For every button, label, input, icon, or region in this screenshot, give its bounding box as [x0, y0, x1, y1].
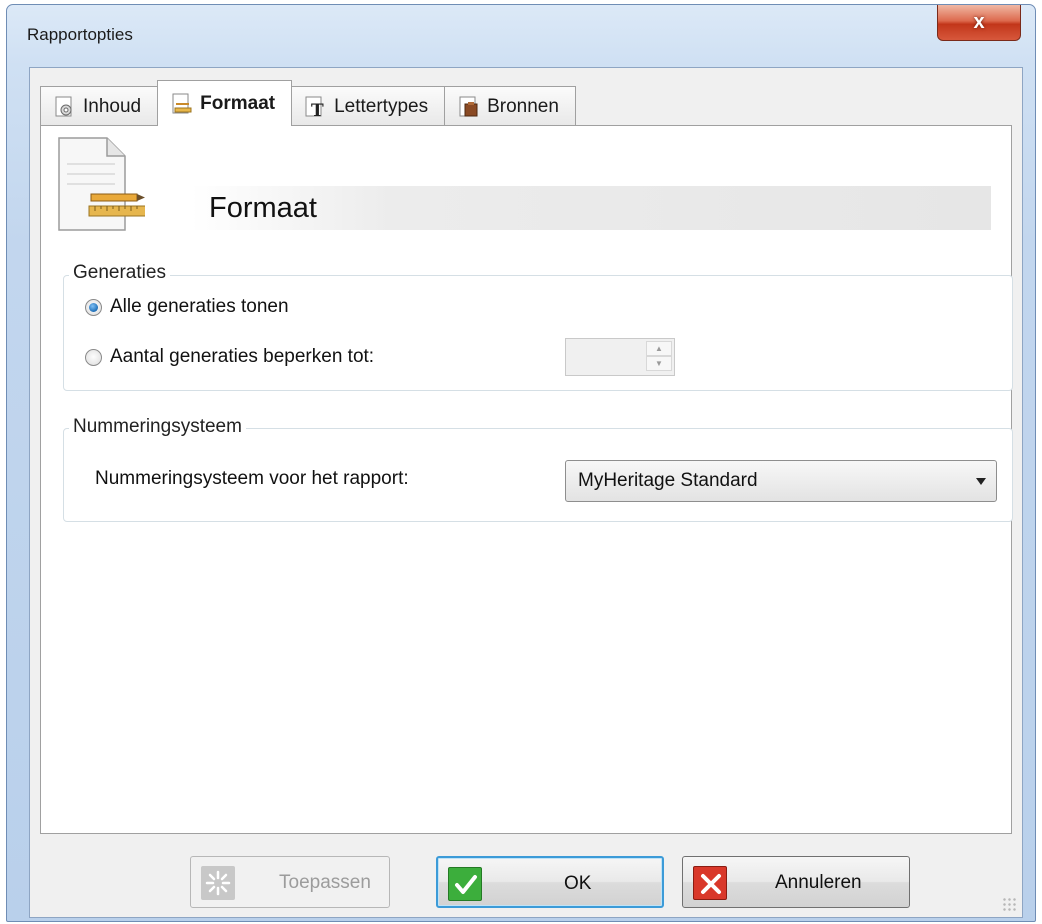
spinner-up-icon[interactable]: ▲ [646, 341, 672, 356]
tab-bronnen[interactable]: Bronnen [444, 86, 576, 126]
tab-page-formaat: Formaat Generaties Alle generaties tonen… [40, 125, 1013, 834]
chevron-down-icon [976, 478, 986, 485]
ok-button[interactable]: OK [436, 856, 664, 908]
radio-limit-generations-button[interactable] [85, 348, 102, 366]
radio-all-generations-label: Alle generaties tonen [110, 296, 289, 317]
generations-group-label: Generaties [69, 262, 170, 284]
numbering-field-label: Nummeringsysteem voor het rapport: [95, 468, 409, 489]
numbering-group-label: Nummeringsysteem [69, 416, 246, 438]
tab-inhoud-label: Inhoud [83, 95, 142, 117]
close-button[interactable]: x [937, 5, 1021, 41]
resize-grip[interactable] [1002, 897, 1016, 911]
close-icon: x [973, 11, 985, 33]
radio-limit-generations[interactable]: Aantal generaties beperken tot: [85, 346, 374, 368]
gear-doc-icon [53, 95, 77, 119]
checkmark-icon [448, 867, 482, 901]
radio-all-generations[interactable]: Alle generaties tonen [85, 296, 289, 318]
pencil-ruler-icon [170, 92, 194, 116]
tab-lettertypes-label: Lettertypes [334, 95, 429, 117]
apply-icon [201, 866, 235, 900]
cancel-button[interactable]: Annuleren [682, 856, 910, 908]
page-title: Formaat [209, 192, 317, 224]
apply-label: Toepassen [279, 872, 371, 893]
tab-bronnen-label: Bronnen [487, 95, 559, 117]
ok-label: OK [564, 873, 592, 894]
radio-limit-generations-label: Aantal generaties beperken tot: [110, 346, 375, 367]
spinner-down-icon[interactable]: ▼ [646, 356, 672, 371]
spinner-arrows: ▲ ▼ [646, 341, 672, 373]
tab-formaat[interactable]: Formaat [157, 80, 293, 126]
format-page-icon [55, 134, 158, 234]
tab-strip: Inhoud Formaat T Lettertypes Bronnen [40, 80, 576, 126]
generations-group [63, 275, 1013, 391]
numbering-system-value: MyHeritage Standard [578, 470, 758, 491]
generation-limit-spinner[interactable]: ▲ ▼ [565, 338, 675, 376]
dialog-client: Inhoud Formaat T Lettertypes Bronnen For… [29, 67, 1023, 918]
tab-lettertypes[interactable]: T Lettertypes [291, 86, 446, 126]
tab-formaat-label: Formaat [200, 92, 276, 114]
apply-button[interactable]: Toepassen [190, 856, 390, 908]
svg-text:T: T [311, 101, 324, 119]
font-icon: T [304, 95, 328, 121]
tab-inhoud[interactable]: Inhoud [40, 86, 159, 126]
archive-icon [457, 95, 481, 119]
cancel-x-icon [693, 866, 727, 900]
dialog-window: Rapportopties x Inhoud Formaat T Lettert… [6, 4, 1036, 922]
cancel-label: Annuleren [775, 872, 862, 893]
radio-all-generations-button[interactable] [85, 298, 102, 316]
window-title: Rapportopties [27, 25, 133, 44]
numbering-system-select[interactable]: MyHeritage Standard [565, 460, 997, 502]
